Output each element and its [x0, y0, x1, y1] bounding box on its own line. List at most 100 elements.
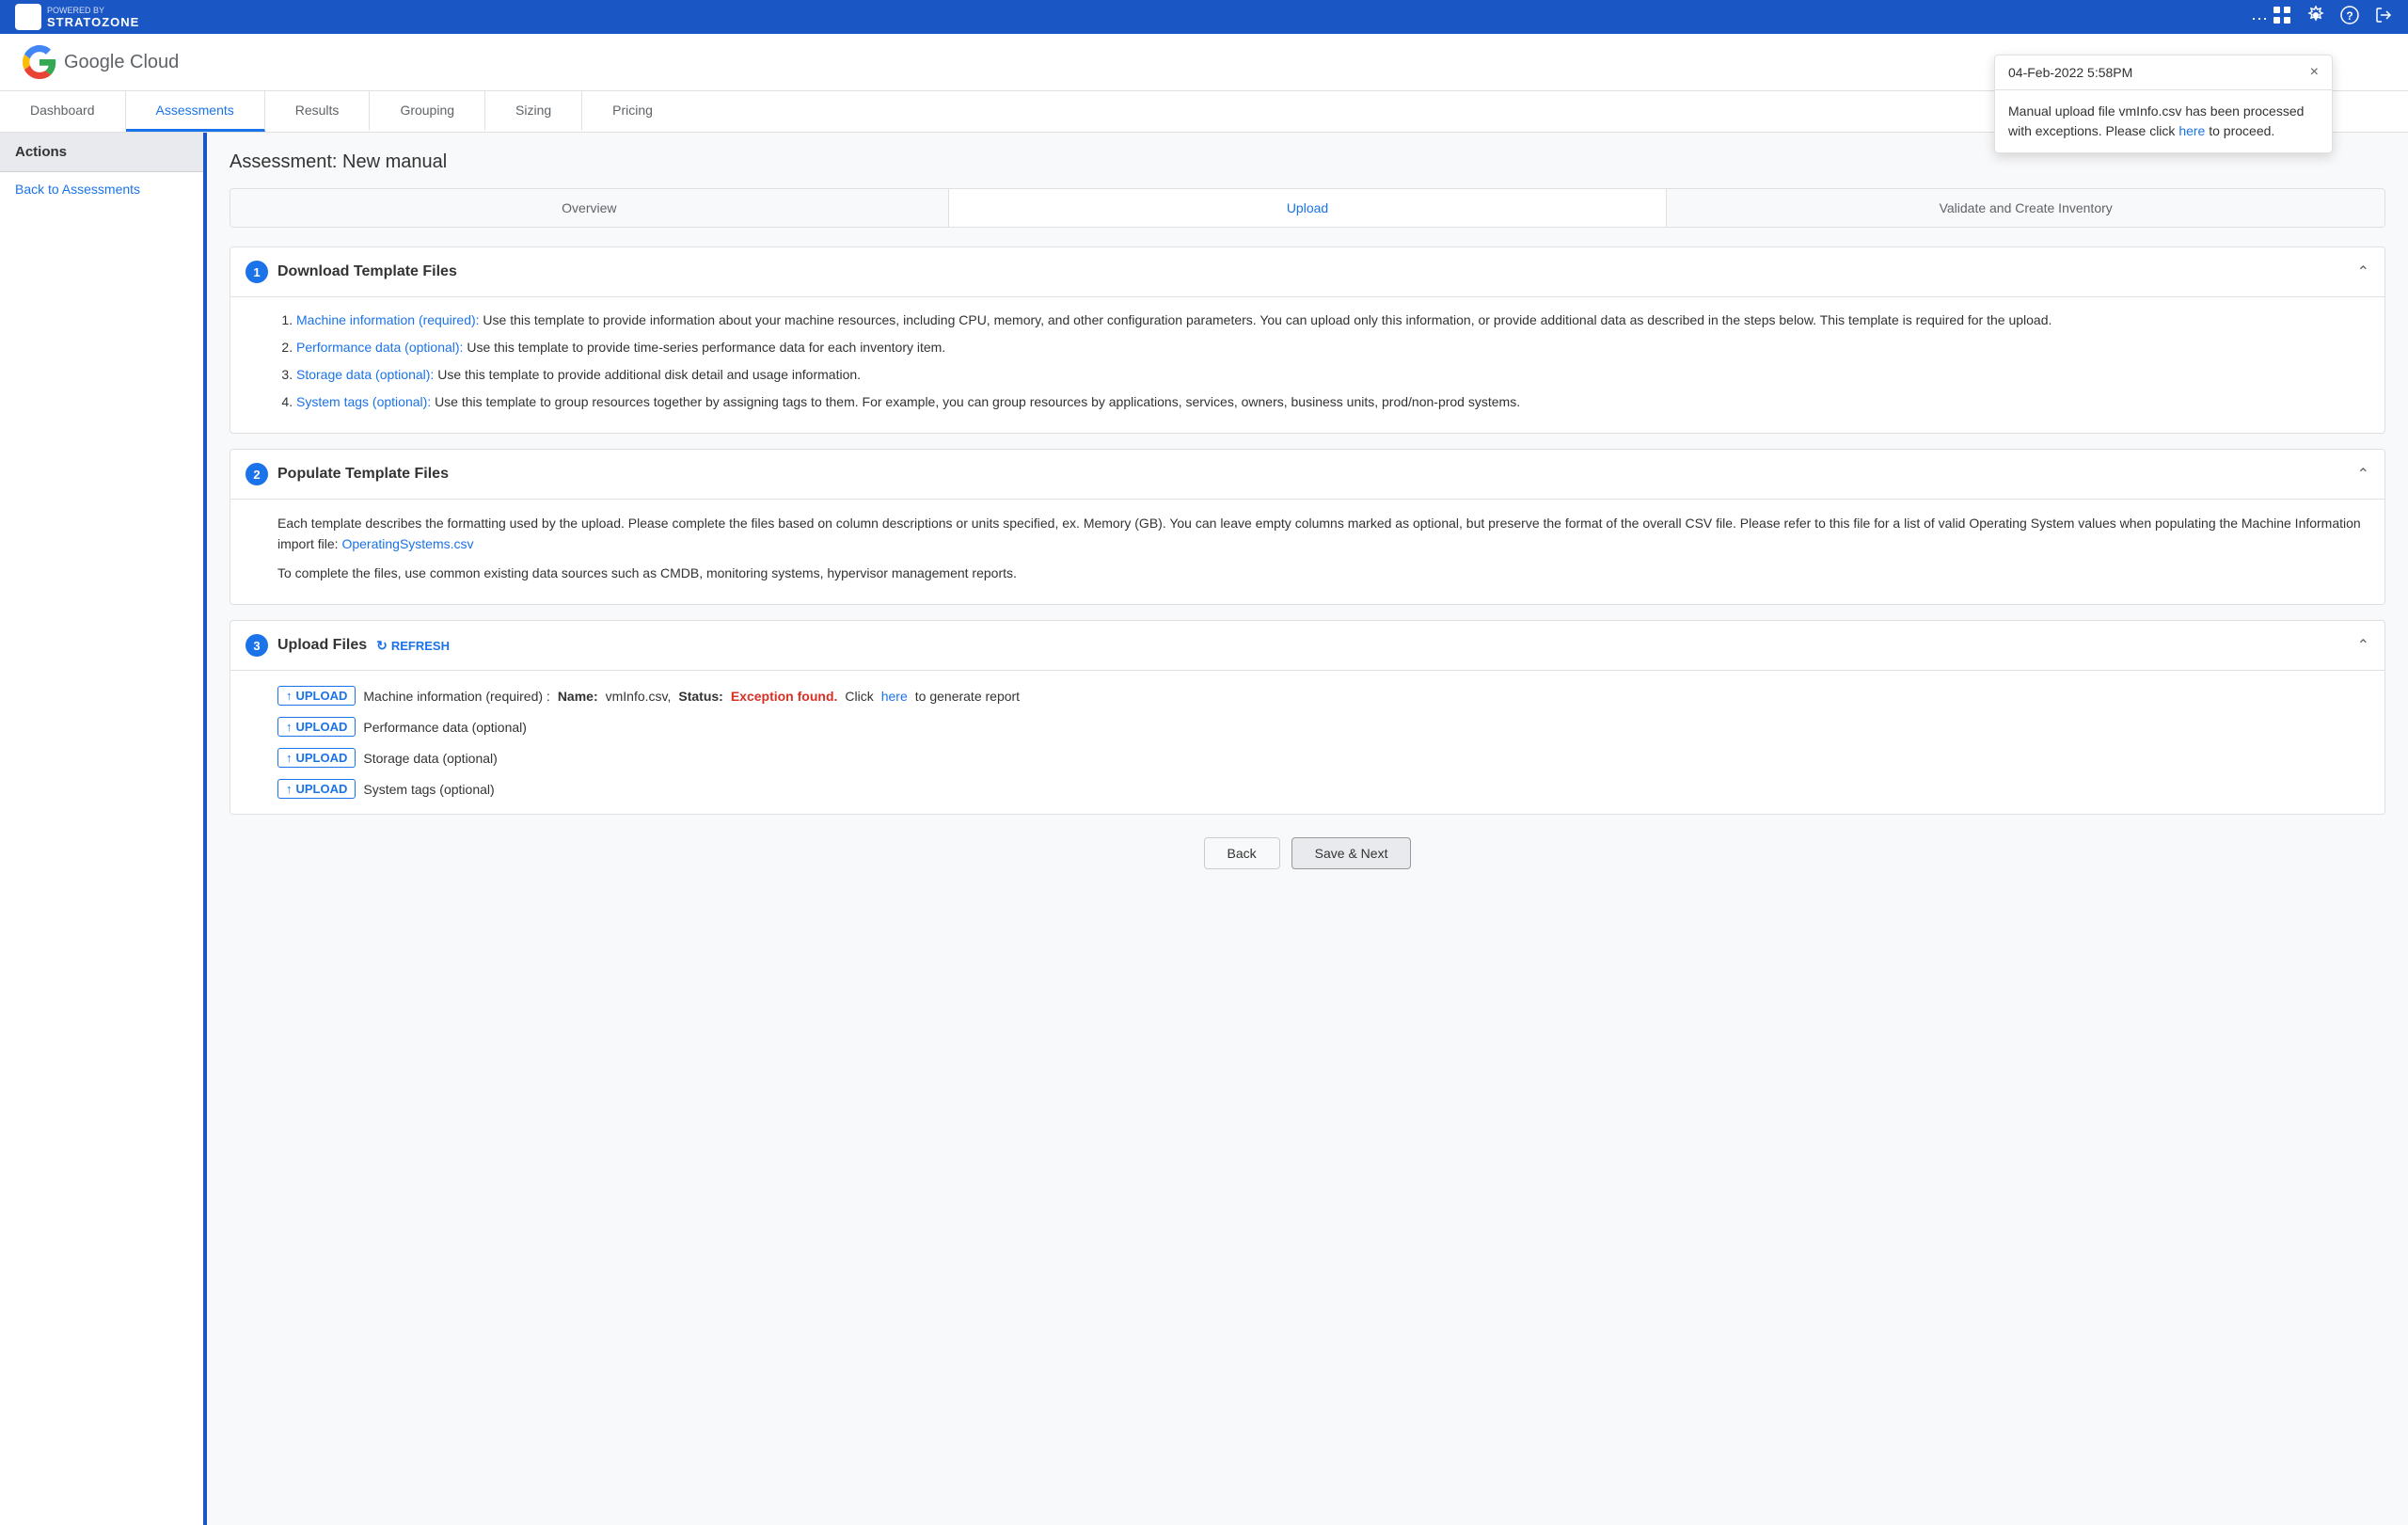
tab-dashboard[interactable]: Dashboard [0, 91, 126, 132]
refresh-label: REFRESH [391, 639, 450, 653]
sub-tab-upload[interactable]: Upload [949, 189, 1668, 227]
product-name: STRATOZONE [47, 15, 139, 29]
upload-section-title: Upload Files [277, 637, 367, 654]
upload-section-header: 3 Upload Files ↻ REFRESH ⌃ [230, 621, 2384, 671]
name-label: Name: [558, 689, 598, 704]
main-layout: Actions Back to Assessments Assessment: … [0, 133, 2408, 1525]
download-section-header-left: 1 Download Template Files [246, 261, 457, 283]
notification-here-link[interactable]: here [2178, 123, 2205, 138]
help-icon[interactable]: ? [2340, 6, 2359, 29]
upload-row-system-tags: ↑ UPLOAD System tags (optional) [277, 773, 2369, 804]
grid-icon[interactable]: ⋯ [2251, 6, 2291, 29]
footer-buttons: Back Save & Next [230, 837, 2385, 884]
sidebar-header: Actions [0, 133, 203, 172]
upload-section: 3 Upload Files ↻ REFRESH ⌃ ↑ UPLOAD Mac [230, 620, 2385, 815]
stratozone-logo: POWERED BY STRATOZONE [15, 4, 139, 30]
upload-performance-button[interactable]: ↑ UPLOAD [277, 717, 356, 737]
populate-section-collapse-icon[interactable]: ⌃ [2357, 465, 2369, 484]
list-item: Storage data (optional): Use this templa… [296, 365, 2369, 385]
upload-icon: ↑ [286, 720, 293, 734]
sidebar-item-back-to-assessments[interactable]: Back to Assessments [0, 172, 203, 206]
upload-row-performance: ↑ UPLOAD Performance data (optional) [277, 711, 2369, 742]
upload-row-machine-info: ↑ UPLOAD Machine information (required) … [277, 680, 2369, 711]
populate-section-header: 2 Populate Template Files ⌃ [230, 450, 2384, 500]
save-next-button[interactable]: Save & Next [1291, 837, 1412, 869]
download-section: 1 Download Template Files ⌃ Machine info… [230, 246, 2385, 434]
action-text: Click [845, 689, 873, 704]
system-tags-description: System tags (optional) [363, 782, 494, 797]
populate-section: 2 Populate Template Files ⌃ Each templat… [230, 449, 2385, 605]
exception-report-link[interactable]: here [881, 689, 908, 704]
performance-link[interactable]: Performance data (optional): [296, 340, 463, 355]
populate-paragraph1: Each template describes the formatting u… [277, 513, 2369, 555]
storage-desc: Use this template to provide additional … [437, 367, 861, 382]
refresh-button[interactable]: ↻ REFRESH [376, 638, 450, 654]
google-cloud-logo: Google Cloud [23, 45, 179, 79]
tab-pricing[interactable]: Pricing [582, 91, 683, 132]
status-label: Status: [678, 689, 722, 704]
populate-section-number: 2 [246, 463, 268, 485]
performance-desc: Use this template to provide time-series… [467, 340, 945, 355]
action-suffix: to generate report [915, 689, 1020, 704]
machine-info-description: Machine information (required) : [363, 689, 549, 704]
google-cloud-text: Google Cloud [64, 52, 179, 73]
download-section-body: Machine information (required): Use this… [230, 297, 2384, 433]
stratozone-brand-text: POWERED BY STRATOZONE [47, 6, 139, 29]
powered-by-label: POWERED BY [47, 6, 139, 15]
file-name-value: vmInfo.csv, [606, 689, 672, 704]
list-item: Machine information (required): Use this… [296, 310, 2369, 330]
upload-section-header-left: 3 Upload Files ↻ REFRESH [246, 634, 450, 657]
refresh-icon: ↻ [376, 638, 388, 654]
stratozone-logo-icon [15, 4, 41, 30]
status-badge: Exception found. [731, 689, 838, 704]
upload-items-list: ↑ UPLOAD Machine information (required) … [230, 671, 2384, 814]
machine-info-link[interactable]: Machine information (required): [296, 312, 480, 327]
back-button[interactable]: Back [1204, 837, 1280, 869]
storage-description: Storage data (optional) [363, 751, 497, 766]
notification-timestamp: 04-Feb-2022 5:58PM [2008, 65, 2132, 80]
google-cloud-icon [23, 45, 56, 79]
os-csv-link[interactable]: OperatingSystems.csv [341, 536, 473, 551]
topbar-left: POWERED BY STRATOZONE [15, 4, 139, 30]
logout-icon[interactable] [2374, 6, 2393, 29]
upload-icon: ↑ [286, 782, 293, 796]
upload-row-storage: ↑ UPLOAD Storage data (optional) [277, 742, 2369, 773]
sub-tab-overview[interactable]: Overview [230, 189, 949, 227]
upload-system-tags-button[interactable]: ↑ UPLOAD [277, 779, 356, 799]
populate-paragraph2: To complete the files, use common existi… [277, 563, 2369, 583]
settings-icon[interactable] [2306, 6, 2325, 29]
page-title: Assessment: New manual [230, 151, 2385, 173]
tab-grouping[interactable]: Grouping [370, 91, 485, 132]
upload-storage-button[interactable]: ↑ UPLOAD [277, 748, 356, 768]
notification-header: 04-Feb-2022 5:58PM × [1995, 56, 2332, 90]
populate-section-title: Populate Template Files [277, 466, 449, 483]
storage-link[interactable]: Storage data (optional): [296, 367, 434, 382]
populate-section-header-left: 2 Populate Template Files [246, 463, 449, 485]
notification-popup: 04-Feb-2022 5:58PM × Manual upload file … [1994, 55, 2333, 153]
list-item: Performance data (optional): Use this te… [296, 338, 2369, 357]
performance-description: Performance data (optional) [363, 720, 527, 735]
list-item: System tags (optional): Use this templat… [296, 392, 2369, 412]
system-tags-link[interactable]: System tags (optional): [296, 394, 431, 409]
tab-sizing[interactable]: Sizing [485, 91, 582, 132]
template-list: Machine information (required): Use this… [277, 310, 2369, 412]
topbar-right: ⋯ ? [2251, 6, 2393, 29]
tab-assessments[interactable]: Assessments [126, 91, 265, 132]
notification-close-button[interactable]: × [2310, 65, 2319, 80]
upload-section-collapse-icon[interactable]: ⌃ [2357, 636, 2369, 655]
upload-icon: ↑ [286, 689, 293, 703]
upload-icon: ↑ [286, 751, 293, 765]
topbar: POWERED BY STRATOZONE ⋯ ? [0, 0, 2408, 34]
machine-info-desc: Use this template to provide information… [483, 312, 2052, 327]
download-section-collapse-icon[interactable]: ⌃ [2357, 262, 2369, 281]
download-section-title: Download Template Files [277, 263, 457, 280]
download-section-header: 1 Download Template Files ⌃ [230, 247, 2384, 297]
download-section-number: 1 [246, 261, 268, 283]
main-content: Assessment: New manual Overview Upload V… [207, 133, 2408, 1525]
upload-machine-info-button[interactable]: ↑ UPLOAD [277, 686, 356, 706]
notification-body: Manual upload file vmInfo.csv has been p… [1995, 90, 2332, 152]
populate-section-body: Each template describes the formatting u… [230, 500, 2384, 604]
tab-results[interactable]: Results [265, 91, 371, 132]
sidebar: Actions Back to Assessments [0, 133, 207, 1525]
sub-tab-validate[interactable]: Validate and Create Inventory [1667, 189, 2384, 227]
